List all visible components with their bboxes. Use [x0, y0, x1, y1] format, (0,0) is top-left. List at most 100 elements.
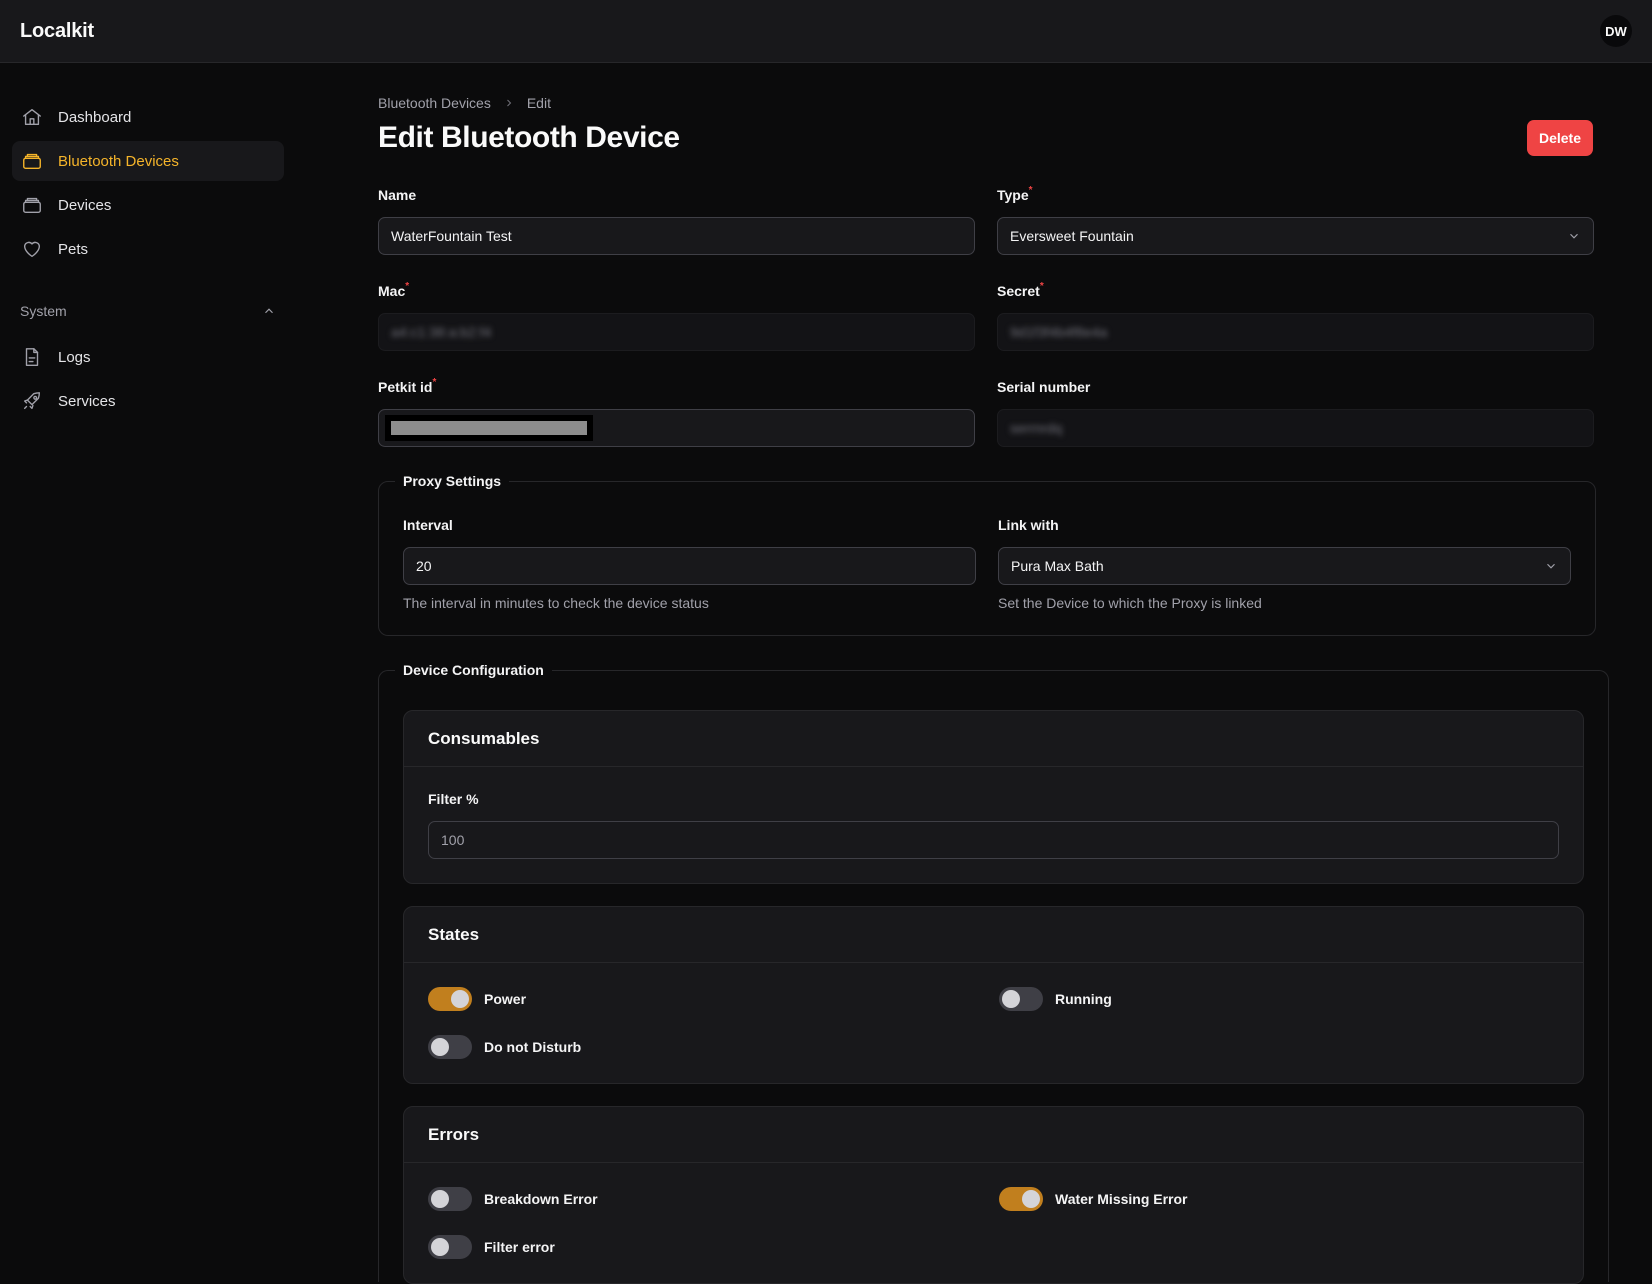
interval-value: 20 — [416, 558, 432, 574]
chevron-down-icon — [1547, 563, 1555, 569]
sidebar-item-devices[interactable]: Devices — [12, 185, 284, 225]
power-toggle[interactable] — [428, 987, 472, 1011]
mac-field: Mac* a4:c1:38:a:b2:f4 — [378, 281, 975, 351]
secret-value: 9d1f3f4b4f8e4a — [1010, 324, 1108, 340]
dnd-label: Do not Disturb — [484, 1039, 582, 1055]
filter-label: Filter % — [428, 791, 479, 807]
link-value: Pura Max Bath — [1011, 558, 1104, 574]
states-card: States Power Running Do not Disturb — [403, 906, 1584, 1084]
stack-icon — [21, 194, 43, 216]
type-select[interactable]: Eversweet Fountain — [997, 217, 1594, 255]
running-toggle[interactable] — [999, 987, 1043, 1011]
chevron-right-icon — [503, 97, 515, 109]
dnd-toggle-row: Do not Disturb — [428, 1035, 999, 1059]
sidebar-item-label: Devices — [58, 196, 112, 214]
type-value: Eversweet Fountain — [1010, 228, 1134, 244]
link-select[interactable]: Pura Max Bath — [998, 547, 1571, 585]
running-toggle-row: Running — [999, 987, 1559, 1011]
name-field: Name WaterFountain Test — [378, 187, 975, 255]
required-marker: * — [405, 281, 410, 292]
required-marker: * — [1039, 281, 1044, 292]
running-label: Running — [1055, 991, 1112, 1007]
water-missing-toggle[interactable] — [999, 1187, 1043, 1211]
sidebar-group-label: System — [20, 303, 67, 319]
device-configuration-legend: Device Configuration — [403, 662, 544, 678]
filter-error-toggle[interactable] — [428, 1235, 472, 1259]
sidebar-item-dashboard[interactable]: Dashboard — [12, 97, 284, 137]
user-avatar[interactable]: DW — [1600, 15, 1632, 47]
breakdown-label: Breakdown Error — [484, 1191, 598, 1207]
name-label: Name — [378, 187, 417, 203]
filter-error-label: Filter error — [484, 1239, 555, 1255]
main-content: Bluetooth Devices Edit Edit Bluetooth De… — [378, 63, 1609, 1284]
required-marker: * — [1028, 185, 1033, 196]
type-field: Type* Eversweet Fountain — [997, 185, 1594, 255]
petkit-id-input[interactable] — [378, 409, 975, 447]
chevron-up-icon — [265, 308, 273, 314]
delete-button[interactable]: Delete — [1526, 120, 1593, 156]
filter-value: 100 — [441, 832, 465, 848]
mac-input[interactable]: a4:c1:38:a:b2:f4 — [378, 313, 975, 351]
proxy-settings: Proxy Settings Interval 20 The interval … — [378, 473, 1596, 636]
document-icon — [21, 346, 43, 368]
link-label: Link with — [998, 517, 1059, 533]
sidebar-item-label: Logs — [58, 348, 91, 366]
consumables-card: Consumables Filter % 100 — [403, 710, 1584, 884]
interval-input[interactable]: 20 — [403, 547, 976, 585]
sidebar-group-system[interactable]: System — [12, 295, 284, 327]
states-title: States — [404, 907, 1583, 963]
errors-title: Errors — [404, 1107, 1583, 1163]
device-configuration: Device Configuration Consumables Filter … — [378, 662, 1609, 1284]
brand-logo[interactable]: Localkit — [20, 20, 94, 43]
petkit-id-label: Petkit id* — [378, 377, 975, 399]
title-row: Edit Bluetooth Device Delete — [378, 117, 1594, 159]
chevron-down-icon — [1570, 233, 1578, 239]
sidebar-item-logs[interactable]: Logs — [12, 337, 284, 377]
secret-input[interactable]: 9d1f3f4b4f8e4a — [997, 313, 1594, 351]
mac-value: a4:c1:38:a:b2:f4 — [391, 324, 492, 340]
sidebar-item-bluetooth-devices[interactable]: Bluetooth Devices — [12, 141, 284, 181]
mac-label-text: Mac — [378, 283, 406, 299]
interval-label: Interval — [403, 517, 453, 533]
breadcrumb-parent[interactable]: Bluetooth Devices — [378, 95, 491, 111]
breadcrumb-current: Edit — [526, 95, 551, 111]
serial-input[interactable]: serrnrdq — [997, 409, 1594, 447]
filter-input[interactable]: 100 — [428, 821, 1559, 859]
serial-label: Serial number — [997, 379, 1091, 395]
proxy-settings-legend: Proxy Settings — [403, 473, 502, 489]
consumables-title: Consumables — [404, 711, 1583, 767]
home-icon — [21, 106, 43, 128]
water-missing-label: Water Missing Error — [1055, 1191, 1188, 1207]
petkit-id-label-text: Petkit id — [378, 379, 433, 395]
sidebar-item-label: Bluetooth Devices — [58, 152, 179, 170]
power-toggle-row: Power — [428, 987, 999, 1011]
breakdown-toggle-row: Breakdown Error — [428, 1187, 999, 1211]
petkit-id-field: Petkit id* — [378, 377, 975, 447]
name-value: WaterFountain Test — [391, 228, 512, 244]
dnd-toggle[interactable] — [428, 1035, 472, 1059]
serial-value: serrnrdq — [1010, 420, 1063, 436]
sidebar-item-services[interactable]: Services — [12, 381, 284, 421]
secret-field: Secret* 9d1f3f4b4f8e4a — [997, 281, 1594, 351]
sidebar-item-pets[interactable]: Pets — [12, 229, 284, 269]
heart-icon — [21, 238, 43, 260]
device-form: Name WaterFountain Test Type* Eversweet … — [378, 185, 1594, 447]
name-input[interactable]: WaterFountain Test — [378, 217, 975, 255]
secret-label-text: Secret — [997, 283, 1040, 299]
secret-label: Secret* — [997, 281, 1594, 303]
breakdown-toggle[interactable] — [428, 1187, 472, 1211]
sidebar-item-label: Pets — [58, 240, 89, 258]
filter-error-toggle-row: Filter error — [428, 1235, 999, 1259]
sidebar-item-label: Dashboard — [58, 108, 132, 126]
link-hint: Set the Device to which the Proxy is lin… — [998, 595, 1262, 611]
errors-card: Errors Breakdown Error Water Missing Err… — [403, 1106, 1584, 1284]
rocket-icon — [21, 390, 43, 412]
type-label: Type* — [997, 185, 1594, 207]
mac-label: Mac* — [378, 281, 975, 303]
sidebar: Dashboard Bluetooth Devices Devices Pets… — [0, 63, 296, 1284]
type-label-text: Type — [997, 187, 1029, 203]
water-missing-toggle-row: Water Missing Error — [999, 1187, 1559, 1211]
link-field: Link with Pura Max Bath Set the Device t… — [998, 517, 1571, 611]
interval-field: Interval 20 The interval in minutes to c… — [403, 517, 976, 611]
page-title: Edit Bluetooth Device — [378, 121, 680, 154]
